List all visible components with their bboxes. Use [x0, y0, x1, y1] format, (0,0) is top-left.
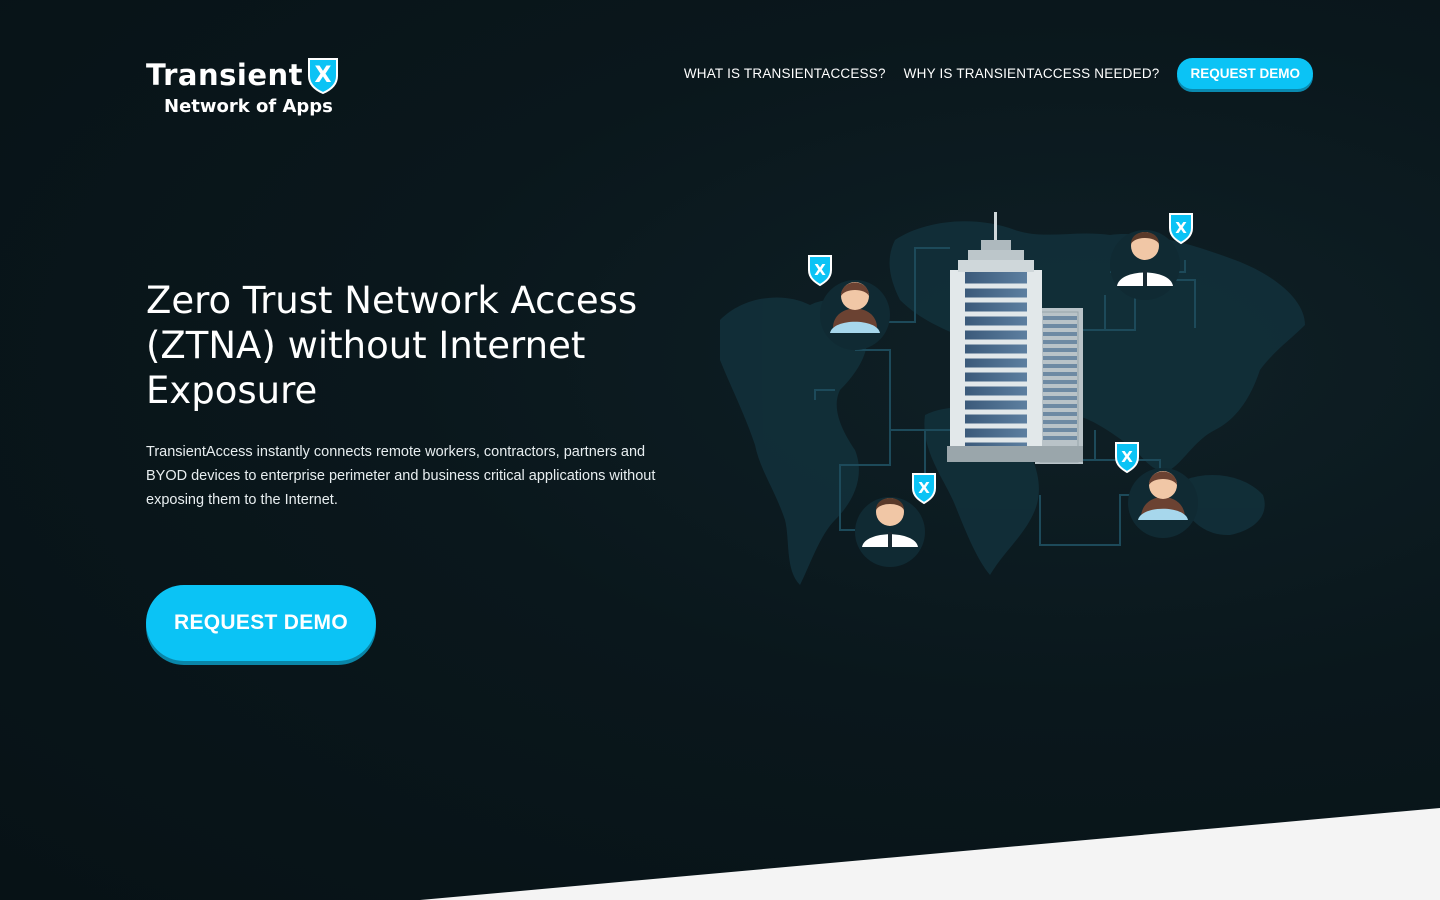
hero-request-demo-button[interactable]: REQUEST DEMO [146, 585, 376, 661]
shield-badge-icon: X [1115, 442, 1139, 474]
user-avatar-icon [855, 497, 925, 567]
shield-x-icon: X [308, 58, 338, 94]
user-avatar-icon [1128, 468, 1198, 538]
shield-badge-icon: X [1169, 213, 1193, 245]
user-avatar-icon [1110, 230, 1180, 300]
brand-name: Transient [146, 58, 303, 92]
shield-badge-icon: X [808, 255, 832, 287]
network-illustration: X X X X [720, 212, 1305, 585]
svg-text:X: X [918, 479, 930, 497]
hero-title: Zero Trust Network Access (ZTNA) without… [146, 279, 638, 412]
hero-description: TransientAccess instantly connects remot… [146, 444, 656, 508]
brand-mark: X [315, 63, 332, 88]
nav-why-needed-link[interactable]: WHY IS TRANSIENTACCESS NEEDED? [904, 66, 1160, 81]
svg-text:X: X [1121, 448, 1133, 466]
svg-text:X: X [1175, 219, 1187, 237]
svg-text:X: X [814, 261, 826, 279]
top-navigation: WHAT IS TRANSIENTACCESS? WHY IS TRANSIEN… [666, 58, 1313, 89]
nav-what-is-link[interactable]: WHAT IS TRANSIENTACCESS? [684, 66, 886, 81]
brand-tagline: Network of Apps [164, 96, 333, 117]
shield-badge-icon: X [912, 473, 936, 505]
brand-logo[interactable]: Transient X Network of Apps [146, 56, 346, 117]
nav-request-demo-button[interactable]: REQUEST DEMO [1177, 58, 1313, 89]
user-avatar-icon [820, 280, 890, 350]
